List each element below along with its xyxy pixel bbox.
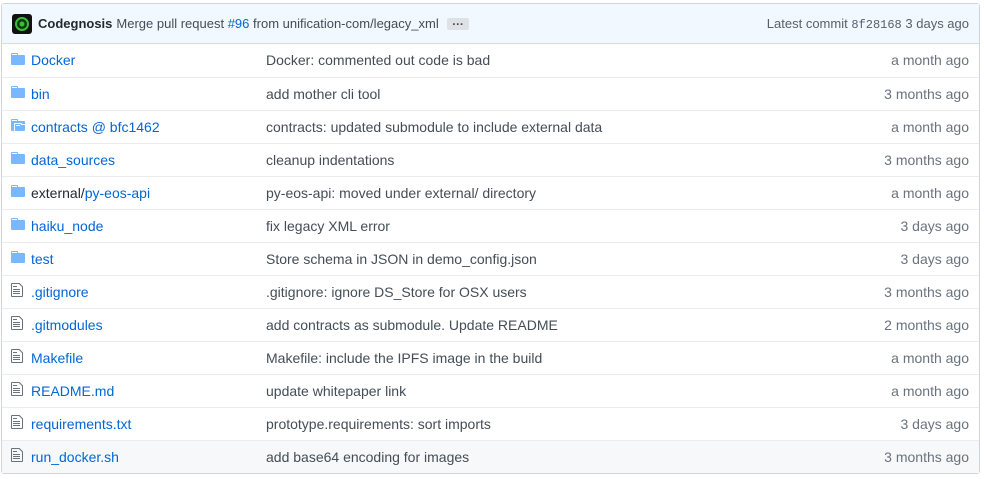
file-row[interactable]: contracts @ bfc1462 contracts: updated su… (2, 109, 979, 143)
commit-message-link[interactable]: cleanup indentations (266, 142, 823, 176)
file-name-cell: contracts @ bfc1462 (31, 109, 266, 143)
file-row[interactable]: requirements.txt prototype.requirements: … (2, 406, 979, 440)
commit-age: a month ago (822, 109, 979, 143)
commit-message: Merge pull request #96 from unification-… (116, 16, 438, 31)
commit-message-link[interactable]: .gitignore: ignore DS_Store for OSX user… (266, 274, 823, 308)
commit-message-link[interactable]: py-eos-api: moved under external/ direct… (266, 175, 823, 209)
file-row[interactable]: .gitignore .gitignore: ignore DS_Store fo… (2, 274, 979, 308)
commit-message-link[interactable]: add contracts as submodule. Update READM… (266, 307, 823, 341)
commit-age: a month ago (891, 52, 969, 69)
file-icon (11, 315, 23, 334)
submodule-icon (11, 117, 25, 136)
file-name-cell: bin (31, 76, 266, 110)
file-name-cell: .gitignore (31, 274, 266, 308)
file-name-cell: data_sources (31, 142, 266, 176)
commit-message-link[interactable]: Store schema in JSON in demo_config.json (266, 241, 823, 275)
file-row[interactable]: run_docker.sh add base64 encoding for ima… (2, 439, 979, 473)
file-name-cell: requirements.txt (31, 406, 266, 440)
commit-message-link[interactable]: add base64 encoding for images (266, 439, 823, 473)
commit-age: a month ago (822, 340, 979, 374)
commit-message-link[interactable]: prototype.requirements: sort imports (266, 406, 823, 440)
file-icon (11, 348, 23, 367)
file-row[interactable]: haiku_node fix legacy XML error 3 days ago (2, 208, 979, 242)
file-name-link[interactable]: haiku_node (31, 218, 103, 234)
file-name-link[interactable]: Docker (31, 52, 75, 68)
file-row[interactable]: data_sources cleanup indentations 3 months… (2, 142, 979, 176)
file-name-cell: run_docker.sh (31, 439, 266, 473)
expand-message-button[interactable]: … (446, 15, 469, 30)
commit-message-link[interactable]: add mother cli tool (266, 76, 823, 110)
commit-message-suffix[interactable]: from unification-com/legacy_xml (253, 16, 439, 31)
commit-message-prefix[interactable]: Merge pull request (116, 16, 224, 31)
file-icon (11, 414, 23, 433)
file-name-cell: external/py-eos-api (31, 175, 266, 209)
commit-age: 3 months ago (822, 142, 979, 176)
file-row[interactable]: bin add mother cli tool 3 months ago (2, 76, 979, 110)
avatar[interactable] (12, 13, 32, 34)
file-name-link[interactable]: requirements.txt (31, 416, 131, 432)
pr-link[interactable]: #96 (228, 16, 250, 31)
file-row[interactable]: external/py-eos-api py-eos-api: moved und… (2, 175, 979, 209)
folder-icon (11, 84, 25, 103)
commit-age: a month ago (822, 175, 979, 209)
commit-age: 3 days ago (822, 208, 979, 242)
folder-icon (11, 216, 25, 235)
file-name-link[interactable]: Makefile (31, 350, 83, 366)
file-name-link[interactable]: run_docker.sh (31, 449, 119, 465)
commit-sha[interactable]: 8f28168 (851, 18, 901, 32)
commit-age: 2 months ago (822, 307, 979, 341)
folder-icon (11, 249, 25, 268)
latest-commit-label: Latest commit (766, 15, 848, 31)
file-browser: Codegnosis Merge pull request #96 from u… (1, 3, 980, 474)
file-name-cell: Makefile (31, 340, 266, 374)
file-name-link[interactable]: .gitignore (31, 284, 89, 300)
commit-age: 3 days ago (822, 406, 979, 440)
file-name-link[interactable]: bin (31, 86, 50, 102)
commit-message-link[interactable]: Docker: commented out code is bad (266, 44, 822, 77)
file-name-link[interactable]: test (31, 251, 54, 267)
file-name-cell: .gitmodules (31, 307, 266, 341)
folder-icon (11, 183, 25, 202)
commit-age: a month ago (822, 373, 979, 407)
file-name-cell: test (31, 241, 266, 275)
file-row[interactable]: README.md update whitepaper link a month a… (2, 373, 979, 407)
file-icon (11, 282, 23, 301)
commit-age: 3 days ago (905, 15, 969, 31)
folder-icon (11, 51, 25, 70)
commit-age: 3 months ago (822, 76, 979, 110)
commit-author[interactable]: Codegnosis (38, 16, 112, 31)
commit-message-link[interactable]: Makefile: include the IPFS image in the … (266, 340, 823, 374)
latest-commit-info: Latest commit 8f28168 3 days ago (767, 16, 969, 32)
folder-icon (11, 150, 25, 169)
file-name-link[interactable]: data_sources (31, 152, 115, 168)
commit-message-link[interactable]: update whitepaper link (266, 373, 823, 407)
file-name-link[interactable]: contracts @ bfc1462 (31, 119, 160, 135)
commit-message-link[interactable]: fix legacy XML error (266, 208, 823, 242)
file-icon (11, 447, 23, 466)
file-name-cell: Docker (31, 44, 266, 77)
file-name-cell: haiku_node (31, 208, 266, 242)
latest-commit-bar: Codegnosis Merge pull request #96 from u… (2, 4, 979, 44)
commit-message-link[interactable]: contracts: updated submodule to include … (266, 109, 823, 143)
file-name-cell: README.md (31, 373, 266, 407)
file-row[interactable]: Docker Docker: commented out code is bad a… (2, 44, 979, 77)
file-row[interactable]: test Store schema in JSON in demo_config.… (2, 241, 979, 275)
file-row[interactable]: .gitmodules add contracts as submodule. U… (2, 307, 979, 341)
commit-age: 3 days ago (822, 241, 979, 275)
file-name-prefix[interactable]: external/ (31, 185, 85, 201)
commit-age: 3 months ago (822, 439, 979, 473)
file-name-link[interactable]: py-eos-api (85, 185, 150, 201)
file-name-link[interactable]: README.md (31, 383, 114, 399)
commit-age: 3 months ago (822, 274, 979, 308)
file-table: Docker Docker: commented out code is bad a… (2, 44, 979, 473)
file-icon (11, 381, 23, 400)
file-row[interactable]: Makefile Makefile: include the IPFS image… (2, 340, 979, 374)
file-name-link[interactable]: .gitmodules (31, 317, 103, 333)
